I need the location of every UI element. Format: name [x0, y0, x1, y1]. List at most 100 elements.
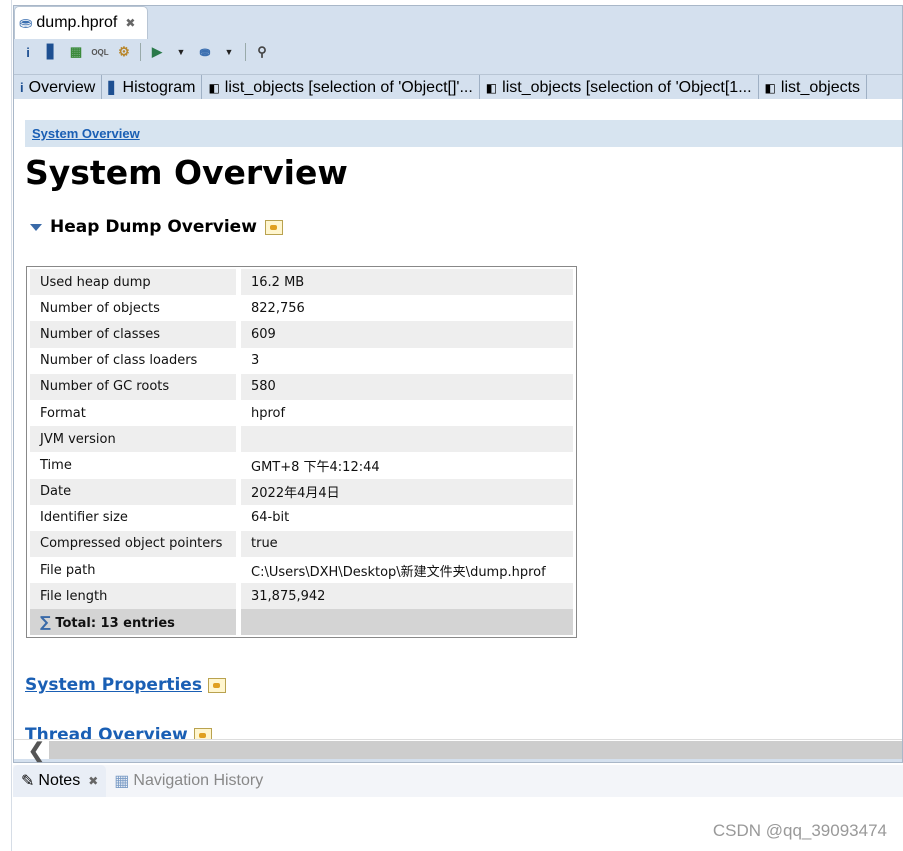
thread-gears-icon[interactable]: ⚙: [116, 44, 132, 60]
document-icon: ◧: [485, 80, 498, 95]
separator: [140, 43, 141, 61]
tab-label: Navigation History: [133, 772, 264, 789]
table-row: Time GMT+8 下午4:12:44: [30, 452, 573, 479]
tab-navigation-history[interactable]: ▦ Navigation History: [106, 765, 271, 797]
tab-list-objects-1[interactable]: ◧ list_objects [selection of 'Object[]'..…: [202, 75, 480, 99]
tab-list-objects-2[interactable]: ◧ list_objects [selection of 'Object[1...: [480, 75, 759, 99]
table-row: Date 2022年4月4日: [30, 478, 573, 505]
editor-panel: ⛂ dump.hprof ✖ i ▋ ▦ OQL ⚙ ▶ ▼ ⛂ ▼ ⚲ i Ov…: [13, 5, 903, 763]
property-name: Time: [30, 452, 238, 479]
histogram-icon[interactable]: ▋: [44, 44, 60, 60]
property-name: Compressed object pointers: [30, 530, 238, 558]
query-browser-icon[interactable]: ⛂: [197, 44, 213, 60]
document-icon: ◧: [764, 80, 776, 95]
histogram-icon: ▋: [108, 80, 118, 95]
breadcrumb: System Overview: [25, 120, 902, 147]
oql-icon[interactable]: OQL: [91, 44, 108, 60]
navigation-history-icon: ▦: [114, 773, 130, 790]
tab-label: Notes: [38, 772, 81, 789]
tab-label: list_objects: [780, 78, 861, 96]
info-icon[interactable]: i: [20, 44, 36, 60]
editor-subtabs: i Overview ▋ Histogram ◧ list_objects [sele…: [14, 74, 902, 99]
table-row: Number of objects 822,756: [30, 295, 573, 322]
notes-icon: ✎: [21, 773, 35, 790]
separator: [245, 43, 246, 61]
watermark: CSDN @qq_39093474: [712, 821, 887, 840]
property-value: 609: [241, 321, 573, 348]
property-name: Number of objects: [30, 295, 238, 322]
scrollbar-thumb[interactable]: [49, 741, 902, 759]
link-text[interactable]: System Properties: [25, 675, 202, 695]
tab-histogram[interactable]: ▋ Histogram: [102, 75, 203, 99]
tab-label: list_objects [selection of 'Object[]'...: [224, 78, 473, 96]
property-name: Number of GC roots: [30, 373, 238, 400]
run-report-icon[interactable]: ▶: [149, 44, 165, 60]
property-value: true: [241, 530, 573, 558]
database-icon: ⛂: [19, 15, 33, 32]
tab-list-objects-3[interactable]: ◧ list_objects: [759, 75, 868, 99]
close-icon[interactable]: ✖: [125, 16, 135, 30]
tab-dump-hprof[interactable]: ⛂ dump.hprof ✖: [14, 6, 148, 39]
total-value: [241, 609, 573, 636]
tab-notes[interactable]: ✎ Notes ✖: [13, 765, 107, 797]
sigma-icon: ∑: [40, 613, 51, 632]
table-row: JVM version: [30, 426, 573, 453]
property-value: 31,875,942: [241, 583, 573, 610]
property-value: 16.2 MB: [241, 269, 573, 296]
total-label: Total: 13 entries: [55, 616, 175, 632]
tab-overview[interactable]: i Overview: [14, 75, 103, 99]
tab-label: Overview: [28, 78, 96, 96]
property-name: JVM version: [30, 426, 238, 453]
property-name: Date: [30, 478, 238, 505]
dropdown-icon[interactable]: ▼: [221, 44, 237, 60]
property-name: Identifier size: [30, 504, 238, 531]
heap-overview-table: Used heap dump 16.2 MB Number of objects 82…: [26, 266, 577, 639]
dominator-tree-icon[interactable]: ▦: [68, 44, 84, 60]
property-value: 580: [241, 373, 573, 400]
document-icon: ◧: [208, 80, 220, 95]
property-value: 822,756: [251, 300, 305, 316]
thread-overview-link[interactable]: Thread Overview: [25, 725, 212, 739]
table-row: Number of class loaders 3: [30, 347, 573, 374]
table-row: File path C:\Users\DXH\Desktop\新建文件夹\dump…: [30, 557, 573, 584]
open-in-tab-icon[interactable]: [207, 677, 226, 693]
info-icon: i: [20, 80, 24, 95]
property-value: GMT+8 下午4:12:44: [251, 459, 380, 475]
chevron-left-icon[interactable]: ❮: [28, 738, 45, 763]
tab-label: dump.hprof: [36, 14, 118, 31]
open-in-tab-icon[interactable]: [264, 219, 283, 235]
section-heap-dump-overview[interactable]: Heap Dump Overview: [30, 217, 283, 237]
property-value: 2022年4月4日: [241, 478, 573, 505]
table-row: File length 31,875,942: [30, 583, 573, 610]
property-value: hprof: [251, 405, 286, 421]
system-properties-link[interactable]: System Properties: [25, 675, 226, 695]
link-text[interactable]: Thread Overview: [25, 725, 188, 739]
table-row: Number of GC roots 580: [30, 373, 573, 400]
search-icon[interactable]: ⚲: [254, 44, 270, 60]
property-value: C:\Users\DXH\Desktop\新建文件夹\dump.hprof: [251, 564, 546, 580]
table-row: Number of classes 609: [30, 321, 573, 348]
table-row: Format hprof: [30, 399, 573, 427]
tab-label: Histogram: [122, 78, 196, 96]
close-icon[interactable]: ✖: [88, 774, 98, 788]
collapse-triangle-icon[interactable]: [30, 223, 42, 231]
left-panel-edge: [0, 0, 12, 851]
section-title: Heap Dump Overview: [50, 217, 257, 237]
editor-tab-bar: ⛂ dump.hprof ✖: [14, 6, 902, 39]
property-name: File path: [30, 557, 238, 584]
property-value: [241, 426, 573, 453]
table-row: Identifier size 64-bit: [30, 504, 573, 531]
table-total-row: ∑ Total: 13 entries: [30, 609, 573, 636]
horizontal-scrollbar[interactable]: ❮: [14, 739, 902, 762]
property-name: Used heap dump: [30, 269, 238, 296]
overview-content: System Overview System Overview Heap Dum…: [14, 99, 902, 739]
breadcrumb-link[interactable]: System Overview: [32, 126, 140, 141]
open-in-tab-icon[interactable]: [193, 727, 212, 739]
property-name: Number of classes: [30, 321, 238, 348]
property-value: 3: [251, 353, 260, 369]
dropdown-icon[interactable]: ▼: [173, 44, 189, 60]
table-row: Compressed object pointers true: [30, 530, 573, 558]
table-row: Used heap dump 16.2 MB: [30, 269, 573, 296]
property-name: Format: [30, 399, 238, 427]
page-title: System Overview: [25, 153, 348, 192]
